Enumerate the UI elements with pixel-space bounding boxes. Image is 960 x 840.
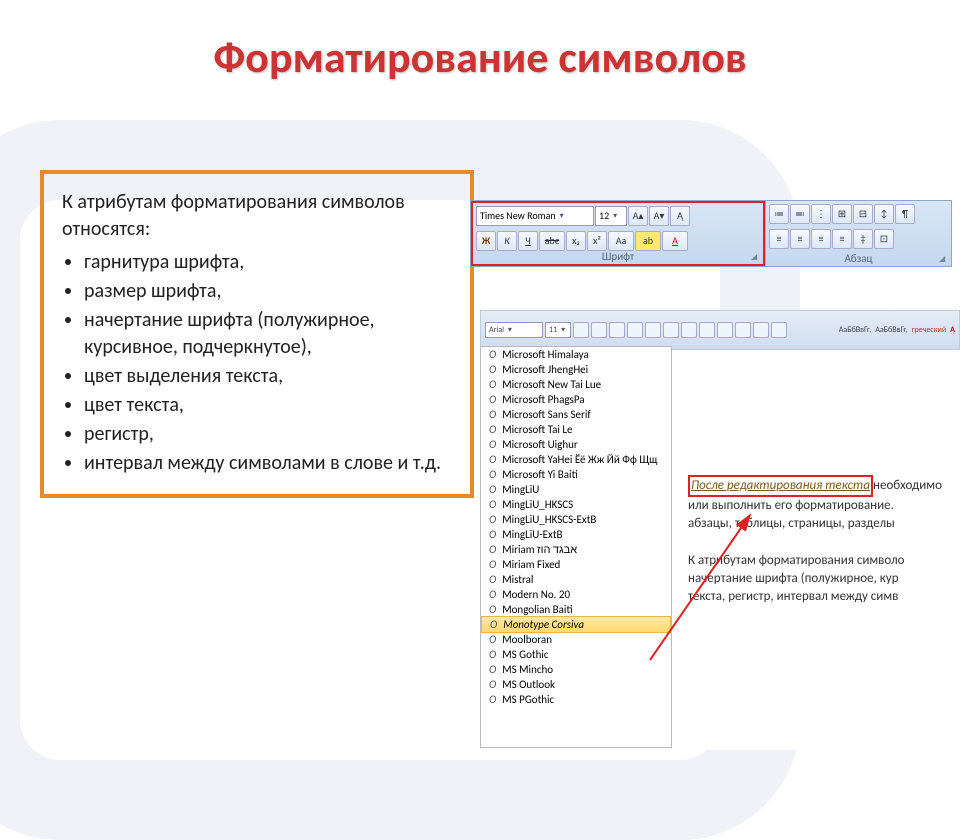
grow-font-icon[interactable]: A▴ [628, 206, 648, 226]
list-item: цвет текста, [84, 392, 452, 419]
style-preview[interactable]: АаБбВвГг, [839, 325, 871, 335]
font-list-item[interactable]: MS Gothic [481, 647, 671, 662]
highlight-button[interactable]: ab [635, 231, 661, 251]
font-name-combo[interactable]: Times New Roman [476, 206, 594, 226]
font-list-item[interactable]: Mistral [481, 572, 671, 587]
font-list-item[interactable]: Miriam Fixed [481, 557, 671, 572]
font-list-item[interactable]: Microsoft New Tai Lue [481, 377, 671, 392]
dialog-launcher-icon[interactable]: ◢ [939, 254, 949, 264]
highlighted-phrase: После редактирования текста [691, 478, 870, 493]
info-intro: К атрибутам форматирования символов отно… [62, 189, 452, 243]
highlighted-phrase-box: После редактирования текста [688, 475, 873, 497]
ribbon-font-label: Шрифт [473, 250, 763, 263]
font-list-item[interactable]: Microsoft Yi Baiti [481, 467, 671, 482]
font-list-item[interactable]: Microsoft Tai Le [481, 422, 671, 437]
font-color-button[interactable]: A [662, 231, 688, 251]
sec-font-combo[interactable]: Arial [485, 322, 543, 338]
font-list-item[interactable]: MingLiU_HKSCS-ExtB [481, 512, 671, 527]
font-list-item[interactable]: Microsoft YaHei Ёё Жж Йй Фф Щщ [481, 452, 671, 467]
list-item: начертание шрифта (полужирное, курсивное… [84, 307, 452, 361]
font-list-item[interactable]: Microsoft Sans Serif [481, 407, 671, 422]
font-list-item[interactable]: Mongolian Baiti [481, 602, 671, 617]
indent-inc-icon[interactable]: ⊟ [853, 204, 873, 224]
superscript-button[interactable]: x² [587, 231, 607, 251]
style-preview[interactable]: АаБбВвГг, [875, 325, 907, 335]
secondary-toolbar: Arial 11 АаБбВвГг, АаБбВвГг, греческий A [480, 310, 960, 350]
font-list-item[interactable]: MS Outlook [481, 677, 671, 692]
doc-text: начертание шрифта (полужирное, кур [688, 570, 960, 588]
font-list-item[interactable]: MingLiU_HKSCS [481, 497, 671, 512]
mini-btn[interactable] [645, 322, 661, 338]
ribbon-panel: Times New Roman 12 A▴ A▾ Ą Ж К Ч abє x₂ … [470, 200, 952, 267]
shading-icon[interactable]: ⊡ [874, 229, 894, 249]
mini-btn[interactable] [573, 322, 589, 338]
mini-btn[interactable] [753, 322, 769, 338]
doc-text: абзацы, таблицы, страницы, разделы [688, 515, 960, 533]
font-list-item[interactable]: Microsoft Uighur [481, 437, 671, 452]
list-item: размер шрифта, [84, 278, 452, 305]
doc-text: необходимо [873, 478, 942, 493]
subscript-button[interactable]: x₂ [566, 231, 586, 251]
shrink-font-icon[interactable]: A▾ [649, 206, 669, 226]
font-list-item[interactable]: Modern No. 20 [481, 587, 671, 602]
align-center-icon[interactable]: ≡ [790, 229, 810, 249]
doc-text: текста, регистр, интервал между симв [688, 588, 960, 606]
mini-btn[interactable] [771, 322, 787, 338]
indent-dec-icon[interactable]: ⊞ [832, 204, 852, 224]
mini-btn[interactable] [735, 322, 751, 338]
mini-btn[interactable] [609, 322, 625, 338]
justify-icon[interactable]: ≡ [832, 229, 852, 249]
font-dropdown-list[interactable]: Microsoft HimalayaMicrosoft JhengHeiMicr… [480, 346, 672, 748]
mini-btn[interactable] [699, 322, 715, 338]
font-list-item[interactable]: Moolboran [481, 632, 671, 647]
list-item: регистр, [84, 421, 452, 448]
pilcrow-icon[interactable]: ¶ [895, 204, 915, 224]
clear-format-icon[interactable]: Ą [670, 206, 690, 226]
strike-button[interactable]: abє [539, 231, 565, 251]
sort-icon[interactable]: ↕ [874, 204, 894, 224]
font-list-item[interactable]: MingLiU-ExtB [481, 527, 671, 542]
ribbon-para-label: Абзац [766, 252, 951, 265]
info-list: гарнитура шрифта, размер шрифта, начерта… [62, 249, 452, 477]
font-list-item[interactable]: MS Mincho [481, 662, 671, 677]
list-item: цвет выделения текста, [84, 363, 452, 390]
line-spacing-icon[interactable]: ‡ [853, 229, 873, 249]
font-list-item[interactable]: Microsoft JhengHei [481, 362, 671, 377]
font-list-item[interactable]: Monotype Corsiva [481, 616, 671, 633]
style-preview[interactable]: греческий [912, 325, 946, 335]
font-list-item[interactable]: Microsoft PhagsPa [481, 392, 671, 407]
mini-btn[interactable] [717, 322, 733, 338]
mini-btn[interactable] [591, 322, 607, 338]
mini-btn[interactable] [681, 322, 697, 338]
font-list-item[interactable]: MingLiU [481, 482, 671, 497]
info-box: К атрибутам форматирования символов отно… [40, 170, 474, 498]
italic-button[interactable]: К [497, 231, 517, 251]
font-list-item[interactable]: Microsoft Himalaya [481, 347, 671, 362]
align-right-icon[interactable]: ≡ [811, 229, 831, 249]
dialog-launcher-icon[interactable]: ◢ [751, 252, 761, 262]
ribbon-paragraph-group: ≔ ≕ ⋮ ⊞ ⊟ ↕ ¶ ≡ ≡ ≡ ≡ ‡ ⊡ Абзац ◢ [765, 201, 951, 266]
underline-button[interactable]: Ч [518, 231, 538, 251]
slide-title: Форматирование символов [0, 30, 960, 84]
font-list-item[interactable]: MS PGothic [481, 692, 671, 707]
secondary-screenshot: Arial 11 АаБбВвГг, АаБбВвГг, греческий A… [480, 310, 960, 750]
font-list-item[interactable]: Miriam אבגד הוז [481, 542, 671, 557]
bold-button[interactable]: Ж [476, 231, 496, 251]
ribbon-font-group: Times New Roman 12 A▴ A▾ Ą Ж К Ч abє x₂ … [471, 201, 765, 266]
font-size-combo[interactable]: 12 [595, 206, 627, 226]
style-preview[interactable]: A [950, 325, 955, 335]
list-item: гарнитура шрифта, [84, 249, 452, 276]
doc-text: К атрибутам форматирования символо [688, 552, 960, 570]
sec-size-combo[interactable]: 11 [545, 322, 571, 338]
numbering-icon[interactable]: ≕ [790, 204, 810, 224]
mini-btn[interactable] [663, 322, 679, 338]
mini-btn[interactable] [627, 322, 643, 338]
document-preview: После редактирования текстанеобходимо ил… [680, 355, 960, 606]
doc-text: или выполнить его форматирование. [688, 497, 960, 515]
align-left-icon[interactable]: ≡ [769, 229, 789, 249]
change-case-button[interactable]: Aa [608, 231, 634, 251]
multilevel-icon[interactable]: ⋮ [811, 204, 831, 224]
list-item: интервал между символами в слове и т.д. [84, 450, 452, 477]
bullets-icon[interactable]: ≔ [769, 204, 789, 224]
